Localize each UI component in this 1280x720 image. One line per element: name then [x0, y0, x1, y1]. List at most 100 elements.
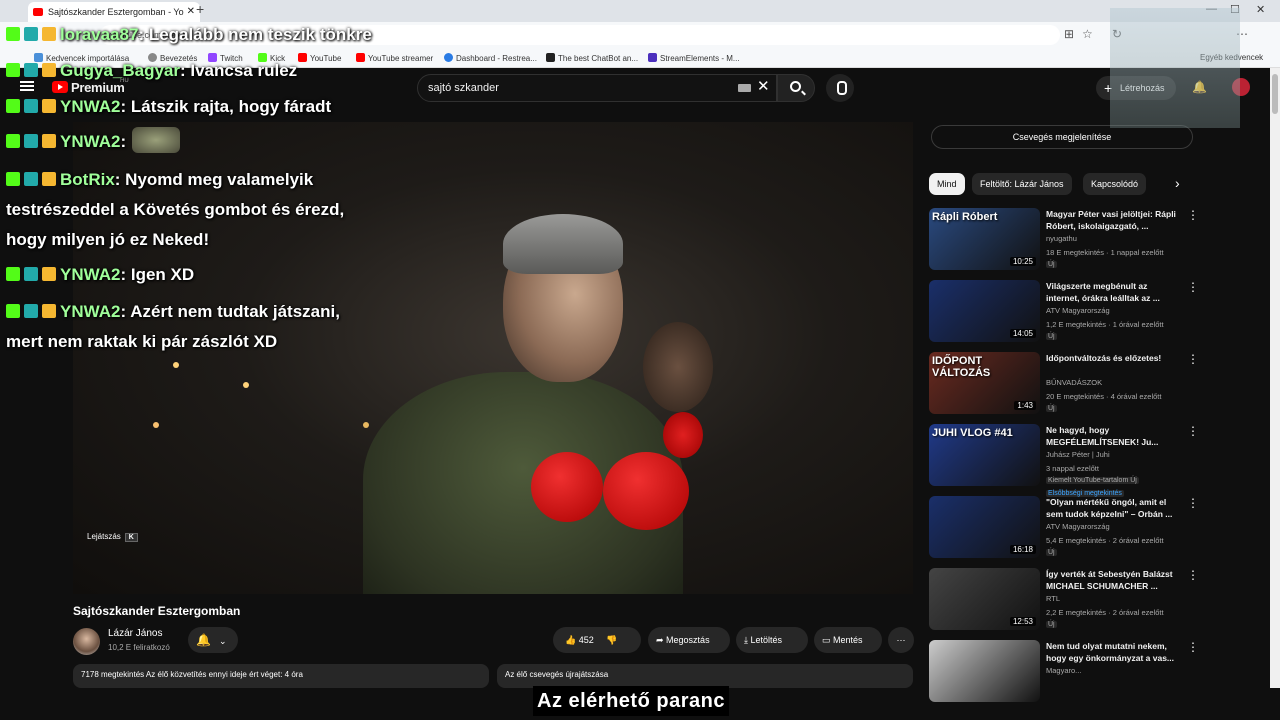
replay-chat-button[interactable]: Az élő csevegés újrajátszása — [497, 664, 913, 688]
apps-icon[interactable]: ⊞ — [1064, 27, 1074, 41]
video-thumbnail[interactable]: JUHI VLOG #41 — [929, 424, 1040, 486]
scrollbar[interactable] — [1270, 68, 1280, 688]
recommendation-item[interactable]: JUHI VLOG #41 Ne hagyd, hogy MEGFÉLEMLÍTS… — [929, 422, 1199, 497]
recommendation-item[interactable]: Nem tud olyat mutatni nekem, hogy egy ön… — [929, 638, 1199, 704]
chat-username: Gugya_Bagyar — [60, 61, 180, 80]
search-icon — [790, 81, 801, 92]
chat-message: YNWA2: — [6, 127, 181, 156]
more-options-icon[interactable]: ⋮ — [1187, 352, 1199, 366]
recommendation-item[interactable]: IDŐPONT VÁLTOZÁS 1:43 Időpontváltozás és e… — [929, 350, 1199, 416]
thumbnail-text: JUHI VLOG #41 — [932, 427, 1013, 439]
download-button[interactable]: ⤓ Letöltés — [736, 627, 808, 653]
chat-badge-icon — [24, 267, 38, 281]
more-actions-icon[interactable]: ⋯ — [888, 627, 914, 653]
recommendation-item[interactable]: 14:05 Világszerte megbénult az internet, … — [929, 278, 1199, 344]
microphone — [663, 412, 703, 458]
video-duration: 14:05 — [1009, 329, 1036, 338]
chevron-right-icon[interactable]: › — [1175, 175, 1180, 191]
recommendation-title: Magyar Péter vasi jelöltjei: Rápli Róber… — [1046, 209, 1176, 231]
new-badge: Új — [1046, 261, 1057, 268]
subscribe-bell-button[interactable]: 🔔 ⌄ — [188, 627, 238, 653]
video-title: Sajtószkander Esztergomban — [73, 604, 241, 618]
webcam-overlay — [1110, 8, 1240, 128]
thumbs-up-icon: 👍 — [565, 635, 577, 645]
chat-badge-icon — [6, 27, 20, 41]
video-thumbnail[interactable]: IDŐPONT VÁLTOZÁS 1:43 — [929, 352, 1040, 414]
share-button[interactable]: ➦ Megosztás — [648, 627, 730, 653]
chat-text: hogy milyen jó ez Neked! — [6, 230, 210, 249]
background-lights — [173, 362, 179, 368]
more-options-icon[interactable]: ⋮ — [1187, 496, 1199, 510]
chat-text: : Nyomd meg valamelyik — [114, 170, 314, 189]
video-duration: 10:25 — [1009, 257, 1036, 266]
video-thumbnail[interactable] — [929, 640, 1040, 702]
search-input[interactable]: sajtó szkander — [417, 74, 777, 102]
recommendation-title: Ne hagyd, hogy MEGFÉLEMLÍTSENEK! Ju... — [1046, 425, 1159, 447]
thumbnail-text: Rápli Róbert — [932, 211, 998, 223]
video-duration: 16:18 — [1009, 545, 1036, 554]
more-options-icon[interactable]: ⋮ — [1187, 208, 1199, 222]
recommendation-channel: Magyaro... — [1046, 666, 1082, 675]
more-options-icon[interactable]: ⋮ — [1187, 280, 1199, 294]
new-badge: Új — [1046, 405, 1057, 412]
subscriber-count: 10,2 E feliratkozó — [108, 643, 170, 652]
more-options-icon[interactable]: ⋮ — [1187, 640, 1199, 654]
video-duration: 1:43 — [1014, 401, 1036, 410]
recommendation-meta: 5,4 E megtekintés · 2 órával ezelőtt — [1046, 536, 1164, 545]
show-chat-button[interactable]: Csevegés megjelenítése — [931, 125, 1193, 149]
video-thumbnail[interactable]: 14:05 — [929, 280, 1040, 342]
video-thumbnail[interactable]: 12:53 — [929, 568, 1040, 630]
scrollbar-thumb[interactable] — [1272, 74, 1278, 114]
recommendation-item[interactable]: 12:53 Így verték át Sebestyén Balázst MIC… — [929, 566, 1199, 632]
speaker-hair — [503, 214, 623, 274]
clear-search-icon[interactable]: ✕ — [757, 77, 770, 95]
chat-badge-icon — [42, 304, 56, 318]
dislike-icon[interactable]: 👎 — [606, 635, 617, 645]
bell-icon: 🔔 — [196, 633, 211, 647]
recommendation-title: "Olyan mértékű öngól, amit el sem tudok … — [1046, 497, 1173, 519]
description-box[interactable]: 7178 megtekintés Az élő közvetítés ennyi… — [73, 664, 489, 688]
recommendation-meta: 20 E megtekintés · 4 órával ezelőtt — [1046, 392, 1162, 401]
recommendation-item[interactable]: Rápli Róbert 10:25 Magyar Péter vasi jelöl… — [929, 206, 1199, 272]
video-thumbnail[interactable]: Rápli Róbert 10:25 — [929, 208, 1040, 270]
recommendation-item[interactable]: 16:18 "Olyan mértékű öngól, amit el sem t… — [929, 494, 1199, 560]
chat-username: loravaa87 — [60, 25, 139, 44]
like-dislike-group: 👍 452 👎 — [553, 627, 641, 653]
chip-uploader[interactable]: Feltöltő: Lázár János — [972, 173, 1072, 195]
chat-username: YNWA2 — [60, 97, 121, 116]
channel-avatar[interactable] — [73, 628, 100, 655]
save-button[interactable]: ▭ Mentés — [814, 627, 882, 653]
close-window-icon[interactable]: ✕ — [1256, 3, 1265, 16]
stream-chat-overlay: loravaa87: Legalább nem teszik tönkre Gug… — [0, 0, 420, 360]
voice-search-icon[interactable] — [826, 74, 854, 102]
more-options-icon[interactable]: ⋮ — [1187, 568, 1199, 582]
stream-caption: Az elérhető paranc — [533, 686, 729, 716]
recommendation-channel: nyugathu — [1046, 234, 1077, 243]
chat-message: mert nem raktak ki pár zászlót XD — [6, 327, 277, 356]
chat-badge-icon — [6, 99, 20, 113]
chat-badge-icon — [6, 304, 20, 318]
chip-related[interactable]: Kapcsolódó — [1083, 173, 1147, 195]
star-icon[interactable]: ☆ — [1082, 27, 1093, 41]
chat-badge-icon — [42, 63, 56, 77]
chat-badge-icon — [24, 99, 38, 113]
more-options-icon[interactable]: ⋮ — [1187, 424, 1199, 438]
bookmark-item[interactable]: Dashboard - Restrea... — [444, 53, 537, 63]
search-button[interactable] — [777, 74, 815, 102]
bookmark-item[interactable]: The best ChatBot an... — [546, 53, 638, 63]
chat-badge-icon — [42, 267, 56, 281]
recommendation-channel: ATV Magyarország — [1046, 306, 1110, 315]
keyboard-icon[interactable] — [738, 84, 751, 92]
video-thumbnail[interactable]: 16:18 — [929, 496, 1040, 558]
bookmark-item[interactable]: StreamElements - M... — [648, 53, 740, 63]
new-badge: Új — [1046, 333, 1057, 340]
share-icon: ➦ — [656, 635, 667, 645]
recommendation-title: Így verték át Sebestyén Balázst MICHAEL … — [1046, 569, 1173, 591]
like-button[interactable]: 👍 452 — [565, 635, 594, 645]
recommendation-meta: 18 E megtekintés · 1 nappal ezelőtt — [1046, 248, 1164, 257]
chat-text: mert nem raktak ki pár zászlót XD — [6, 332, 278, 351]
chat-badge-icon — [24, 27, 38, 41]
chip-all[interactable]: Mind — [929, 173, 965, 195]
chat-badge-icon — [24, 63, 38, 77]
channel-name[interactable]: Lázár János — [108, 628, 162, 639]
